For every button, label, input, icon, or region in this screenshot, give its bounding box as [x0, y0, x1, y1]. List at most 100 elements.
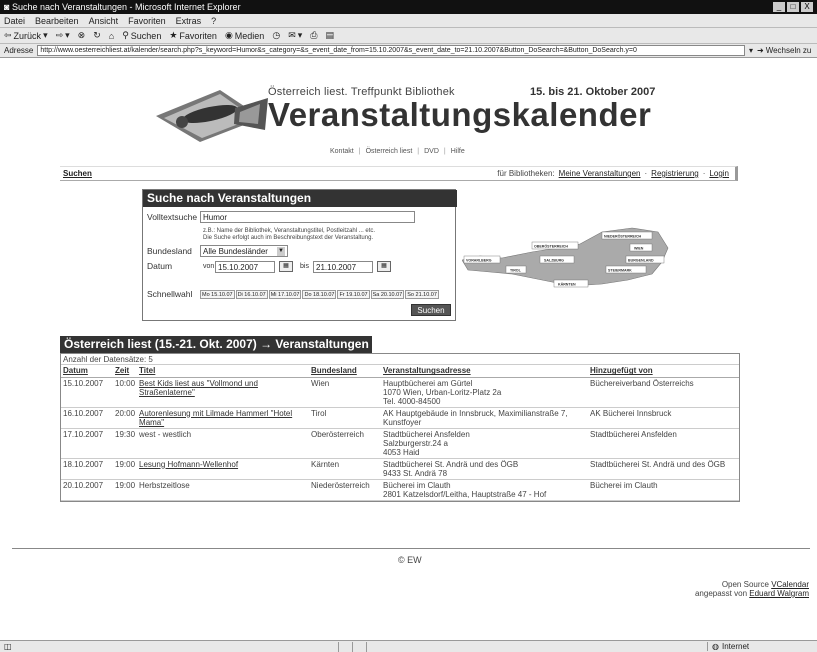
- refresh-button[interactable]: ↻: [93, 30, 101, 41]
- cell-added-by: Bücherei im Clauth: [588, 479, 739, 501]
- login-link[interactable]: Login: [709, 169, 729, 178]
- results-table: Datum Zeit Titel Bundesland Veranstaltun…: [61, 365, 739, 501]
- history-button[interactable]: ◷: [272, 30, 280, 41]
- search-submit-button[interactable]: Suchen: [411, 304, 451, 316]
- map-region-label: WIEN: [634, 247, 644, 251]
- results-count-value: 5: [148, 355, 153, 364]
- quick-label: Schnellwahl: [147, 289, 193, 299]
- nav-search-link[interactable]: Suchen: [63, 169, 92, 178]
- cell-time: 20:00: [113, 407, 138, 429]
- home-button[interactable]: ⌂: [109, 31, 114, 41]
- menu-file[interactable]: Datei: [4, 16, 25, 26]
- column-header-address[interactable]: Veranstaltungsadresse: [381, 365, 589, 378]
- map-region-label: KÄRNTEN: [558, 283, 576, 287]
- quick-day-button[interactable]: Di 16.10.07: [235, 290, 268, 299]
- forward-arrow-icon: ⇨: [55, 30, 64, 40]
- fulltext-input[interactable]: Humor: [200, 211, 415, 223]
- menu-view[interactable]: Ansicht: [89, 16, 119, 26]
- menu-edit[interactable]: Bearbeiten: [35, 16, 79, 26]
- column-header-time[interactable]: Zeit: [113, 365, 138, 378]
- nav-help[interactable]: Hilfe: [451, 148, 465, 155]
- date-from-input[interactable]: 15.10.2007: [215, 261, 275, 273]
- cell-state: Tirol: [309, 407, 382, 429]
- address-line: Hauptbücherei am Gürtel: [383, 378, 473, 388]
- quick-day-button[interactable]: Fr 19.10.07: [337, 290, 370, 299]
- nav-contact[interactable]: Kontakt: [330, 148, 354, 155]
- search-icon: ⚲: [122, 30, 129, 40]
- footer-ew: © EW: [398, 555, 422, 565]
- cell-title: Autorenlesung mit Lilmade Hammerl "Hotel…: [137, 407, 310, 429]
- menu-help[interactable]: ?: [211, 16, 216, 26]
- cell-title: Herbstzeitlose: [137, 479, 310, 501]
- footer-divider: [12, 548, 810, 549]
- address-line: Tel. 4000-84500: [383, 396, 441, 406]
- go-label: Wechseln zu: [765, 46, 812, 55]
- edit-button[interactable]: ▤: [325, 30, 334, 41]
- search-button[interactable]: ⚲ Suchen: [122, 30, 161, 41]
- register-link[interactable]: Registrierung: [651, 169, 699, 178]
- column-header-title[interactable]: Titel: [137, 365, 310, 378]
- austria-map[interactable]: NIEDERÖSTERREICH OBERÖSTERREICH WIEN VOR…: [462, 218, 672, 298]
- cell-added-by: Stadtbücherei Ansfelden: [588, 428, 739, 459]
- go-button[interactable]: ➜ Wechseln zu: [757, 46, 817, 55]
- stop-button[interactable]: ⊗: [78, 30, 86, 41]
- back-label: Zurück: [13, 30, 42, 41]
- print-button[interactable]: ⎙: [310, 30, 317, 41]
- event-title-link[interactable]: Best Kids liest aus "Vollmond und Straße…: [139, 379, 258, 397]
- forward-button[interactable]: ⇨ ▾: [56, 30, 70, 41]
- state-select[interactable]: Alle Bundesländer ▼: [200, 245, 288, 257]
- globe-icon: ◍: [712, 642, 719, 651]
- status-cell: [352, 641, 366, 652]
- event-title-link[interactable]: Lesung Hofmann-Wellenhof: [139, 460, 238, 469]
- media-button[interactable]: ◉ Medien: [225, 30, 264, 41]
- vcalendar-link[interactable]: VCalendar: [771, 580, 809, 589]
- footer-credit: Open Source VCalendar angepasst von Edua…: [695, 580, 809, 598]
- results-count-label: Anzahl der Datensätze:: [63, 355, 147, 364]
- calendar-to-icon[interactable]: ▦: [377, 261, 391, 272]
- nav-dvd[interactable]: DVD: [424, 148, 439, 155]
- address-dropdown-icon[interactable]: ▾: [749, 46, 753, 55]
- address-line: Stadtbücherei Ansfelden: [383, 429, 470, 439]
- quick-day-button[interactable]: Do 18.10.07: [302, 290, 337, 299]
- cell-address: Stadtbücherei Ansfelden Salzburgerstr.24 …: [381, 428, 589, 459]
- star-icon: ★: [169, 30, 178, 40]
- mail-button[interactable]: ✉ ▾: [288, 30, 302, 41]
- go-arrow-icon: ➜: [757, 46, 764, 55]
- back-button[interactable]: ⇦ Zurück ▾: [4, 30, 48, 41]
- quick-day-button[interactable]: Sa 20.10.07: [370, 290, 405, 299]
- state-select-value: Alle Bundesländer: [203, 246, 268, 256]
- minimize-button[interactable]: _: [773, 2, 785, 12]
- maximize-button[interactable]: □: [787, 2, 799, 12]
- search-hint: z.B.: Name der Bibliothek, Veranstaltung…: [203, 228, 375, 242]
- date-to-input[interactable]: 21.10.2007: [313, 261, 373, 273]
- column-header-added-by[interactable]: Hinzugefügt von: [588, 365, 739, 378]
- quick-day-button[interactable]: Mi 17.10.07: [268, 290, 302, 299]
- table-row: 16.10.2007 20:00 Autorenlesung mit Lilmade…: [61, 407, 739, 429]
- my-events-link[interactable]: Meine Veranstaltungen: [559, 169, 641, 178]
- address-line: 1070 Wien, Urban-Loritz-Platz 2a: [383, 387, 502, 397]
- mail-icon: ✉: [288, 30, 296, 40]
- menu-favorites[interactable]: Favoriten: [128, 16, 166, 26]
- map-region-label: NIEDERÖSTERREICH: [604, 234, 642, 239]
- quick-day-button[interactable]: Mo 15.10.07: [200, 290, 235, 299]
- cell-title: Best Kids liest aus "Vollmond und Straße…: [137, 377, 310, 408]
- calendar-from-icon[interactable]: ▦: [279, 261, 293, 272]
- hint-line-2: Die Suche erfolgt auch im Beschreibungst…: [203, 235, 374, 241]
- map-region-label: SALZBURG: [544, 259, 564, 263]
- address-input[interactable]: http://www.oesterreichliest.at/kalender/…: [37, 45, 745, 56]
- nav-oesterreich-liest[interactable]: Österreich liest: [366, 148, 413, 155]
- event-title-link[interactable]: Autorenlesung mit Lilmade Hammerl "Hotel…: [139, 409, 292, 427]
- author-link[interactable]: Eduard Walgram: [749, 589, 809, 598]
- quick-day-button[interactable]: So 21.10.07: [405, 290, 439, 299]
- cell-state: Kärnten: [309, 458, 382, 480]
- column-header-date[interactable]: Datum: [61, 365, 113, 378]
- column-header-state[interactable]: Bundesland: [309, 365, 382, 378]
- close-button[interactable]: X: [801, 2, 813, 12]
- table-row: 20.10.2007 19:00 Herbstzeitlose Niederöster…: [61, 479, 739, 501]
- cell-date: 18.10.2007: [61, 458, 113, 480]
- map-region-label: BURGENLAND: [628, 259, 654, 263]
- cell-added-by: AK Bücherei Innsbruck: [588, 407, 739, 429]
- menu-tools[interactable]: Extras: [176, 16, 202, 26]
- cell-address: AK Hauptgebäude in Innsbruck, Maximilian…: [381, 407, 589, 429]
- favorites-button[interactable]: ★ Favoriten: [169, 30, 217, 41]
